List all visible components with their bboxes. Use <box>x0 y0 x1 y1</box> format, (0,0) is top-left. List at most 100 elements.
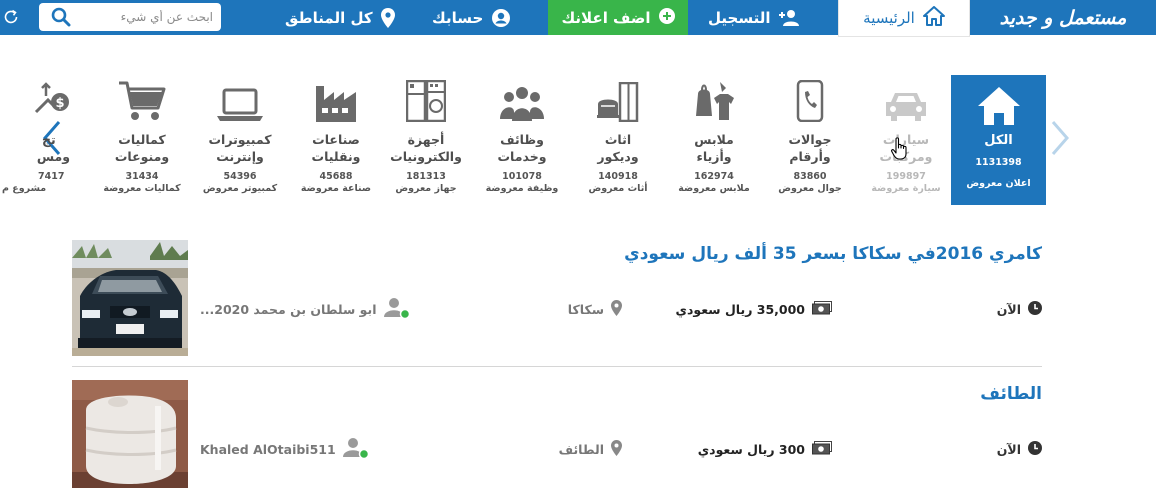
listing-title[interactable]: كامري 2016في سكاكا بسعر 35 ألف ريال سعود… <box>624 244 1042 264</box>
listing-city[interactable]: الطائف <box>559 438 622 460</box>
clothes-icon <box>692 80 736 126</box>
category-name-2: وديكور <box>597 149 639 164</box>
listing-time-text: الآن <box>996 441 1021 457</box>
listing-city-text: سكاكا <box>567 301 604 317</box>
listing-city-text: الطائف <box>558 441 604 457</box>
category-count: 101078 <box>502 171 542 182</box>
category-accessories[interactable]: كماليات ومنوعات 31434 كماليات معروضة <box>94 80 190 200</box>
map-pin-icon <box>611 299 622 319</box>
search-input[interactable] <box>81 3 221 31</box>
category-name-2: وأرقام <box>789 149 831 164</box>
site-logo[interactable]: مستعمل و جديد <box>970 0 1156 35</box>
category-count: 7417 <box>38 171 65 182</box>
listing-meta-row: الآن 35,000 ريال سعودي سكاكا ابو سلطان ب… <box>182 297 1042 320</box>
listing-price-text: 35,000 ريال سعودي <box>675 301 805 317</box>
top-navbar: مستعمل و جديد الرئيسية التسجيل اضف اعلان… <box>0 0 1156 37</box>
category-count: 54396 <box>223 171 257 182</box>
listing-user-text: Khaled AlOtaibi511 <box>200 441 336 457</box>
category-mobiles[interactable]: جوالات وأرقام 83860 جوال معروض <box>762 79 858 200</box>
category-unit: جهاز معروض <box>395 183 457 194</box>
add-user-icon <box>778 9 800 27</box>
listing-price-text: 300 ريال سعودي <box>697 441 805 457</box>
hand-cursor-icon <box>891 137 909 161</box>
category-unit: اعلان معروض <box>966 178 1031 189</box>
appliances-icon <box>405 79 447 126</box>
listing-card[interactable]: الطائف الآن 300 ريال سعودي الطائف Khaled… <box>72 380 1042 488</box>
refresh-icon[interactable] <box>2 8 20 26</box>
category-count: 31434 <box>125 171 159 182</box>
listing-time: الآن <box>997 298 1042 320</box>
listing-title[interactable]: الطائف <box>980 384 1042 404</box>
category-name: اثاث <box>604 132 632 147</box>
category-name-2: ومس <box>36 149 70 164</box>
listing-time: الآن <box>997 438 1042 460</box>
nav-regions-label: كل المناطق <box>285 8 373 27</box>
category-count: 1131398 <box>975 157 1022 168</box>
listing-city[interactable]: سكاكا <box>568 298 622 320</box>
category-name-2: وإنترنت <box>216 149 264 164</box>
category-electronics[interactable]: أجهزة والكترونيات 181313 جهاز معروض <box>378 79 474 200</box>
money-icon <box>812 440 832 458</box>
category-name: تج <box>42 132 56 147</box>
category-all[interactable]: الكل 1131398 اعلان معروض <box>951 75 1046 205</box>
plus-circle-icon <box>658 7 675 28</box>
category-name-2: والكترونيات <box>390 149 462 164</box>
category-count: 83860 <box>793 171 827 182</box>
category-name-2: وخدمات <box>497 149 547 164</box>
category-jobs[interactable]: وظائف وخدمات 101078 وظيفة معروضة <box>474 80 570 200</box>
search-icon[interactable] <box>51 7 71 27</box>
post-ad-label: اضف اعلانك <box>561 8 651 27</box>
category-name: أجهزة <box>407 132 445 147</box>
furniture-icon <box>596 81 640 126</box>
category-unit: ملابس معروضة <box>678 183 750 194</box>
nav-register[interactable]: التسجيل <box>708 0 800 35</box>
home-icon <box>922 6 945 30</box>
category-unit: كماليات معروضة <box>103 183 181 194</box>
listing-thumbnail-tank[interactable] <box>72 380 188 488</box>
listing-meta-row: الآن 300 ريال سعودي الطائف Khaled AlOtai… <box>182 437 1042 460</box>
category-name-2: وأزياء <box>696 149 732 164</box>
category-name: صناعات <box>312 132 360 147</box>
category-unit: كمبيوتر معروض <box>202 183 278 194</box>
category-unit: جوال معروض <box>778 183 842 194</box>
nav-account[interactable]: حسابك <box>432 0 511 35</box>
listing-price: 35,000 ريال سعودي <box>676 298 832 320</box>
listing-card[interactable]: كامري 2016في سكاكا بسعر 35 ألف ريال سعود… <box>72 240 1042 358</box>
nav-account-label: حسابك <box>432 8 484 27</box>
business-icon: $ <box>34 82 70 126</box>
factory-icon <box>314 82 358 126</box>
car-icon <box>883 90 929 126</box>
category-clothes[interactable]: ملابس وأزياء 162974 ملابس معروضة <box>666 80 762 200</box>
post-ad-button[interactable]: اضف اعلانك <box>548 0 688 35</box>
category-unit: أثاث معروض <box>588 183 648 194</box>
user-circle-icon <box>491 8 511 28</box>
category-name: كماليات <box>118 132 166 147</box>
nav-regions[interactable]: كل المناطق <box>285 0 395 35</box>
listing-divider <box>72 366 1042 367</box>
nav-home-label: الرئيسية <box>863 9 915 27</box>
category-name-2: ونقليات <box>311 149 361 164</box>
map-pin-icon <box>611 439 622 459</box>
category-business[interactable]: $ تج ومس 7417 مشروع م <box>0 80 70 200</box>
category-furniture[interactable]: اثاث وديكور 140918 أثاث معروض <box>570 80 666 200</box>
category-unit: صناعة معروضة <box>300 183 372 194</box>
listing-thumbnail-car[interactable] <box>72 240 188 356</box>
category-count: 199897 <box>886 171 926 182</box>
svg-text:$: $ <box>55 96 64 111</box>
search-box <box>39 3 221 31</box>
carousel-next-arrow-icon[interactable] <box>1048 118 1072 158</box>
category-industries[interactable]: صناعات ونقليات 45688 صناعة معروضة <box>288 80 384 200</box>
clock-icon <box>1028 300 1042 318</box>
home-icon <box>976 85 1022 127</box>
listing-price: 300 ريال سعودي <box>698 438 832 460</box>
category-computers[interactable]: كمبيوترات وإنترنت 54396 كمبيوتر معروض <box>192 80 288 200</box>
listing-user-text: ابو سلطان بن محمد 2020... <box>200 301 377 317</box>
category-unit: مشروع م <box>2 183 47 194</box>
category-name: الكل <box>984 133 1013 148</box>
category-name: ملابس <box>694 132 734 147</box>
category-name: وظائف <box>500 132 544 147</box>
listing-user[interactable]: Khaled AlOtaibi511 <box>200 437 369 460</box>
category-count: 162974 <box>694 171 734 182</box>
nav-home[interactable]: الرئيسية <box>838 0 970 37</box>
listing-user[interactable]: ابو سلطان بن محمد 2020... <box>200 297 410 320</box>
